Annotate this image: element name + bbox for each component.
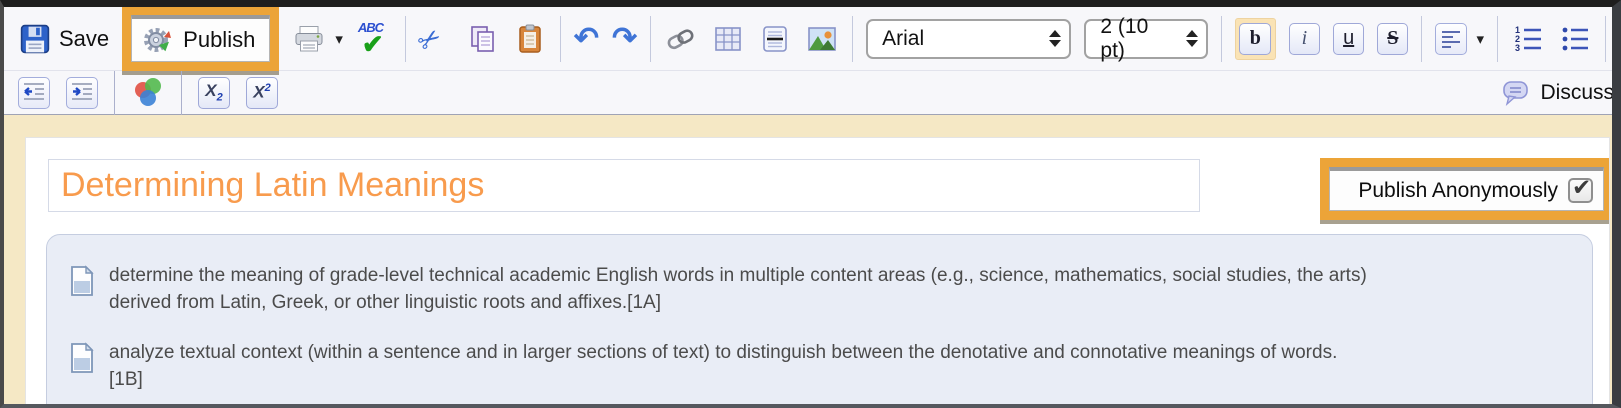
discuss-label: Discuss [1540,81,1614,105]
outdent-icon [18,77,50,109]
redo-arrow-icon: ↷ [612,24,637,54]
font-family-value: Arial [882,27,1041,51]
unordered-list-button[interactable] [1558,23,1592,55]
content-card: Determining Latin Meanings Publish Anony… [25,137,1610,408]
undo-arrow-icon: ↶ [574,24,599,54]
scissors-icon: ✂ [413,16,459,62]
superscript-button[interactable]: X2 [246,77,278,109]
image-icon [805,23,839,55]
standard-text: determine the meaning of grade-level tec… [109,262,1367,316]
copy-icon [466,23,500,55]
publish-anonymously-label: Publish Anonymously [1358,179,1558,203]
svg-text:3: 3 [1515,43,1520,53]
toolbar-separator [1221,16,1222,62]
speech-bubble-icon [1498,77,1532,109]
horizontal-rule-icon [758,23,792,55]
bold-button[interactable]: b [1239,23,1271,55]
indent-icon [66,77,98,109]
select-updown-icon [1186,30,1198,47]
underline-button[interactable]: u [1333,23,1364,55]
checkmark-icon: ✔ [1572,174,1591,201]
document-page-icon [69,339,95,393]
ordered-list-button[interactable]: 1 2 3 [1511,23,1545,55]
font-family-select[interactable]: Arial [866,19,1071,59]
save-label: Save [59,26,109,52]
spellcheck-abc-icon: ABC ✔ [356,22,392,56]
font-size-select[interactable]: 2 (10 pt) [1084,19,1207,59]
save-icon [18,23,52,55]
bold-active-highlight: b [1235,18,1276,60]
toolbar-separator [560,16,561,62]
numbered-list-icon: 1 2 3 [1511,23,1545,55]
toolbar-row-1: Save Publish [4,7,1612,71]
copy-button[interactable] [466,23,500,55]
toolbar-separator [181,71,182,115]
insert-table-button[interactable] [711,23,745,55]
publish-label: Publish [183,27,255,53]
redo-button[interactable]: ↷ [612,24,637,54]
publish-anonymously-highlight-annotation: Publish Anonymously ✔ [1320,158,1610,220]
insert-image-button[interactable] [805,23,839,55]
alignment-dropdown-arrow-icon[interactable]: ▾ [1476,30,1484,48]
paste-button[interactable] [513,23,547,55]
publish-anonymously-checkbox[interactable]: ✔ [1568,178,1593,203]
alignment-button[interactable]: ▾ [1435,23,1484,55]
align-left-icon [1435,23,1467,55]
spellcheck-button[interactable]: ABC ✔ [356,22,392,56]
editor-body: Determining Latin Meanings Publish Anony… [4,115,1612,408]
document-page-icon [69,262,95,316]
outdent-button[interactable] [18,77,50,109]
editor-toolbar: Save Publish [4,7,1612,115]
bullet-list-icon [1558,23,1592,55]
paste-clipboard-icon [513,23,547,55]
color-circles-icon [131,77,165,109]
save-button[interactable]: Save [18,23,109,55]
publish-gear-icon [141,24,175,56]
standard-item: analyze textual context (within a senten… [69,339,1552,393]
cut-button[interactable]: ✂ [419,23,453,55]
toolbar-row-2: X2 X2 Discuss [4,71,1612,115]
publish-anonymously-control[interactable]: Publish Anonymously ✔ [1329,167,1604,211]
toolbar-separator [1605,16,1606,62]
toolbar-separator [114,71,115,115]
toolbar-separator [1497,16,1498,62]
publish-highlight-annotation: Publish [122,6,279,71]
publish-button[interactable]: Publish [131,15,270,62]
title-input[interactable]: Determining Latin Meanings [48,159,1200,212]
strikethrough-button[interactable]: S [1377,23,1408,55]
font-size-value: 2 (10 pt) [1100,15,1177,63]
standard-item: determine the meaning of grade-level tec… [69,262,1552,316]
toolbar-separator [650,16,651,62]
standard-text: analyze textual context (within a senten… [109,339,1337,393]
toolbar-separator [1421,16,1422,62]
link-button[interactable] [664,23,698,55]
undo-button[interactable]: ↶ [574,24,599,54]
subscript-button[interactable]: X2 [198,77,230,109]
horizontal-rule-button[interactable] [758,23,792,55]
text-color-button[interactable] [131,77,165,109]
editor-window: Save Publish [0,0,1621,408]
printer-icon [292,23,326,55]
toolbar-separator [405,16,406,62]
table-grid-icon [711,23,745,55]
discuss-link[interactable]: Discuss [1498,77,1614,109]
italic-button[interactable]: i [1289,23,1320,55]
toolbar-separator [852,16,853,62]
select-updown-icon [1049,30,1061,47]
indent-button[interactable] [66,77,98,109]
print-button[interactable]: ▾ [292,23,343,55]
print-dropdown-arrow-icon[interactable]: ▾ [335,30,343,48]
link-chain-icon [664,23,698,55]
standards-panel: determine the meaning of grade-level tec… [46,234,1593,408]
